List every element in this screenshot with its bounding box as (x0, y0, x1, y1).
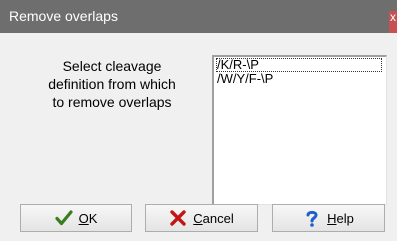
ok-label: OK (78, 210, 98, 226)
question-mark-icon (306, 210, 318, 227)
list-item[interactable]: /W/Y/F-\P (216, 72, 382, 86)
cancel-label: Cancel (193, 210, 234, 226)
list-item[interactable]: /K/R-\P (216, 58, 382, 72)
ok-button[interactable]: OK (20, 204, 132, 232)
instruction-label: Select cleavage definition from which to… (48, 58, 176, 110)
dialog-body: Select cleavage definition from which to… (0, 33, 397, 241)
help-label: Help (327, 210, 354, 226)
x-mark-icon (170, 210, 186, 226)
close-button[interactable]: x (389, 11, 397, 33)
title-bar: Remove overlaps x (0, 0, 397, 33)
window-title: Remove overlaps (9, 8, 118, 24)
help-button[interactable]: Help (272, 204, 385, 232)
cancel-button[interactable]: Cancel (145, 204, 258, 232)
cleavage-definition-list[interactable]: /K/R-\P /W/Y/F-\P (212, 55, 387, 205)
checkmark-icon (54, 210, 73, 226)
close-icon: x (390, 11, 396, 24)
